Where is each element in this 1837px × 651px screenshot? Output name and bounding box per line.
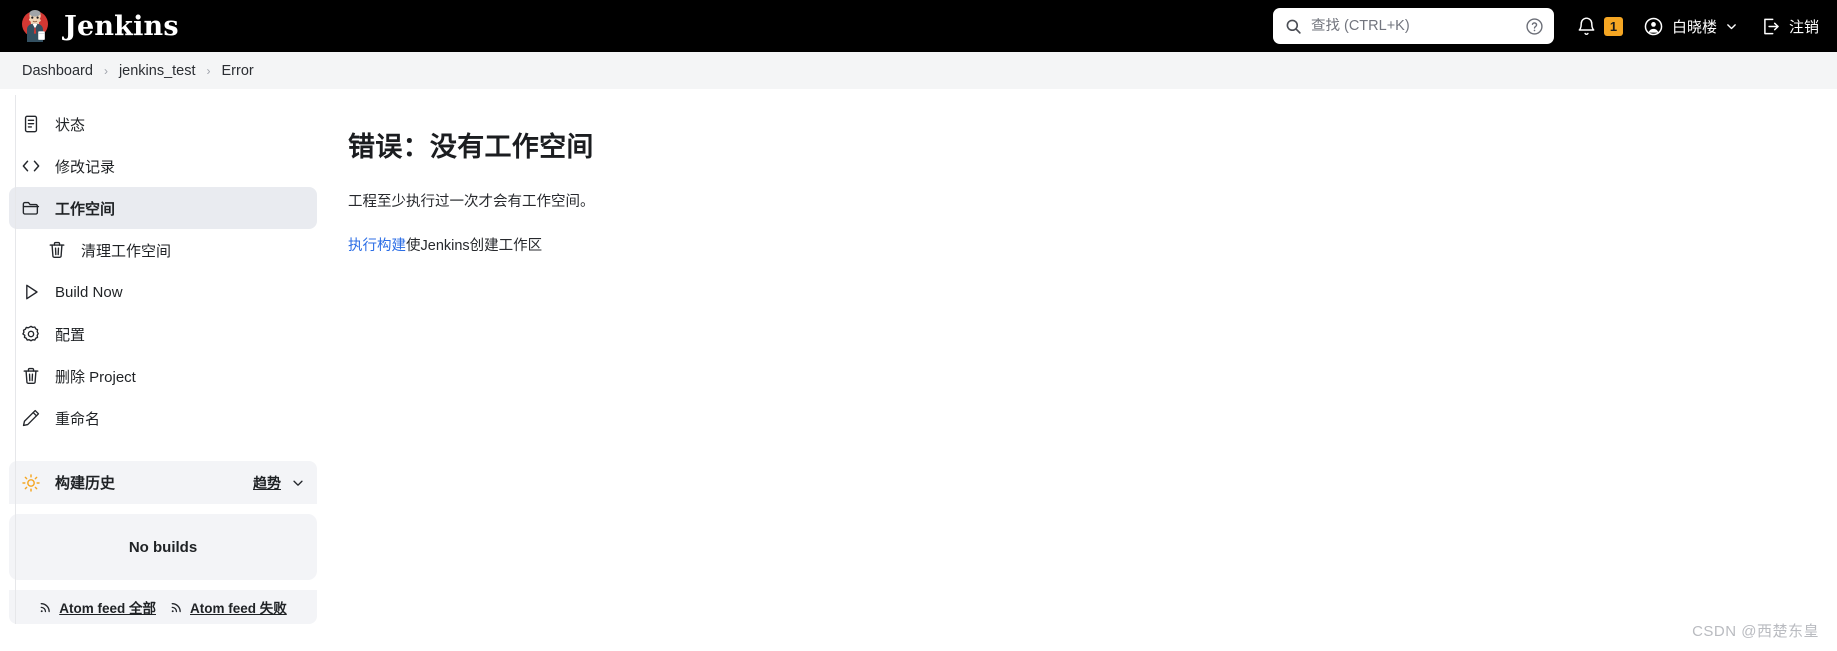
- notification-count-badge: 1: [1603, 16, 1623, 36]
- build-history-actions: 趋势: [253, 473, 305, 493]
- logout-label: 注销: [1788, 18, 1819, 36]
- help-circle-icon[interactable]: [1525, 17, 1544, 36]
- sidebar-item-rename[interactable]: 重命名: [9, 397, 317, 439]
- sidebar-item-label: 状态: [55, 116, 86, 134]
- sidebar: 状态 修改记录 工作空间 清理工作空间 Build Now 配置 删除 Proj…: [0, 89, 326, 624]
- logout-button[interactable]: 注销: [1760, 16, 1819, 37]
- breadcrumb-separator: ›: [206, 63, 211, 78]
- build-history-title: 构建历史: [55, 475, 116, 492]
- sidebar-item-label: Build Now: [55, 283, 123, 301]
- sidebar-item-label: 修改记录: [55, 158, 116, 176]
- document-status-icon: [24, 115, 38, 133]
- sidebar-item-changes[interactable]: 修改记录: [9, 145, 317, 187]
- rss-feed-icon: [40, 603, 51, 613]
- build-history-panel: 构建历史 趋势 No builds Atom feed 全部 Atom feed…: [0, 461, 326, 624]
- logout-icon[interactable]: [1760, 16, 1781, 37]
- trash-icon: [23, 367, 39, 384]
- sidebar-item-wipe-workspace[interactable]: 清理工作空间: [9, 229, 317, 271]
- user-circle-icon: [1644, 17, 1663, 35]
- breadcrumb-separator: ›: [103, 63, 108, 78]
- sidebar-item-status[interactable]: 状态: [9, 103, 317, 145]
- page-body: 状态 修改记录 工作空间 清理工作空间 Build Now 配置 删除 Proj…: [0, 89, 1837, 651]
- rss-feed-icon: [171, 603, 181, 613]
- trend-link[interactable]: 趋势: [253, 473, 281, 493]
- sidebar-item-label: 清理工作空间: [81, 242, 172, 260]
- sidebar-item-workspace[interactable]: 工作空间: [9, 187, 317, 229]
- jenkins-home-link[interactable]: Jenkins: [18, 9, 179, 43]
- sidebar-item-configure[interactable]: 配置: [9, 313, 317, 355]
- sidebar-item-label: 工作空间: [55, 200, 116, 218]
- play-triangle-icon: [26, 284, 38, 300]
- search-box[interactable]: [1272, 8, 1554, 44]
- chevron-down-icon[interactable]: [291, 476, 305, 490]
- atom-feed-links: Atom feed 全部 Atom feed 失败: [9, 590, 317, 624]
- atom-feed-failed-link[interactable]: Atom feed 失败: [170, 597, 287, 617]
- run-build-link[interactable]: 执行构建: [348, 238, 406, 254]
- bell-icon[interactable]: [1576, 16, 1597, 37]
- folder-icon: [22, 201, 40, 215]
- sidebar-item-delete-project[interactable]: 删除 Project: [9, 355, 317, 397]
- sidebar-item-label: 重命名: [55, 410, 101, 428]
- main-content: 错误：没有工作空间 工程至少执行过一次才会有工作空间。 执行构建使Jenkins…: [326, 89, 1837, 258]
- build-history-header: 构建历史 趋势: [9, 461, 317, 504]
- watermark: CSDN @西楚东皇: [1692, 623, 1819, 640]
- sidebar-item-build-now[interactable]: Build Now: [9, 271, 317, 313]
- gear-icon: [22, 325, 39, 342]
- error-description: 工程至少执行过一次才会有工作空间。: [348, 194, 595, 210]
- trash-icon: [49, 241, 65, 258]
- breadcrumb-item-error[interactable]: Error: [222, 63, 254, 79]
- brand-title: Jenkins: [64, 10, 179, 42]
- header-right-controls: 1 白晓楼 注销: [1272, 8, 1819, 44]
- chevron-down-icon[interactable]: [1725, 20, 1738, 33]
- user-name-label: 白晓楼: [1671, 18, 1717, 36]
- atom-feed-all-link[interactable]: Atom feed 全部: [39, 597, 156, 617]
- search-icon: [1286, 19, 1301, 34]
- sidebar-item-label: 配置: [55, 326, 86, 344]
- atom-feed-all-label: Atom feed 全部: [59, 601, 156, 616]
- sidebar-divider: [15, 95, 16, 624]
- sidebar-nav: 状态 修改记录 工作空间 清理工作空间 Build Now 配置 删除 Proj…: [0, 103, 326, 439]
- sidebar-item-label: 删除 Project: [55, 368, 136, 386]
- app-header: Jenkins 1: [0, 0, 1837, 52]
- user-menu[interactable]: 白晓楼: [1643, 16, 1738, 37]
- breadcrumb: Dashboard › jenkins_test › Error: [0, 52, 1837, 89]
- code-brackets-icon: [22, 160, 40, 172]
- search-input[interactable]: [1310, 18, 1516, 34]
- page-title: 错误：没有工作空间: [348, 132, 594, 162]
- sun-weather-icon: [22, 473, 40, 492]
- breadcrumb-item-jenkins-test[interactable]: jenkins_test: [119, 63, 196, 79]
- error-action-line: 执行构建使Jenkins创建工作区: [348, 236, 1797, 258]
- atom-feed-failed-label: Atom feed 失败: [190, 601, 287, 616]
- pencil-icon: [22, 409, 40, 427]
- error-action-suffix: 使Jenkins创建工作区: [406, 237, 543, 254]
- notifications-button[interactable]: 1: [1576, 16, 1623, 37]
- jenkins-butler-logo-icon: [22, 10, 48, 42]
- breadcrumb-item-dashboard[interactable]: Dashboard: [22, 63, 93, 79]
- no-builds-empty-state: No builds: [9, 514, 317, 580]
- build-history-body: No builds: [9, 504, 317, 580]
